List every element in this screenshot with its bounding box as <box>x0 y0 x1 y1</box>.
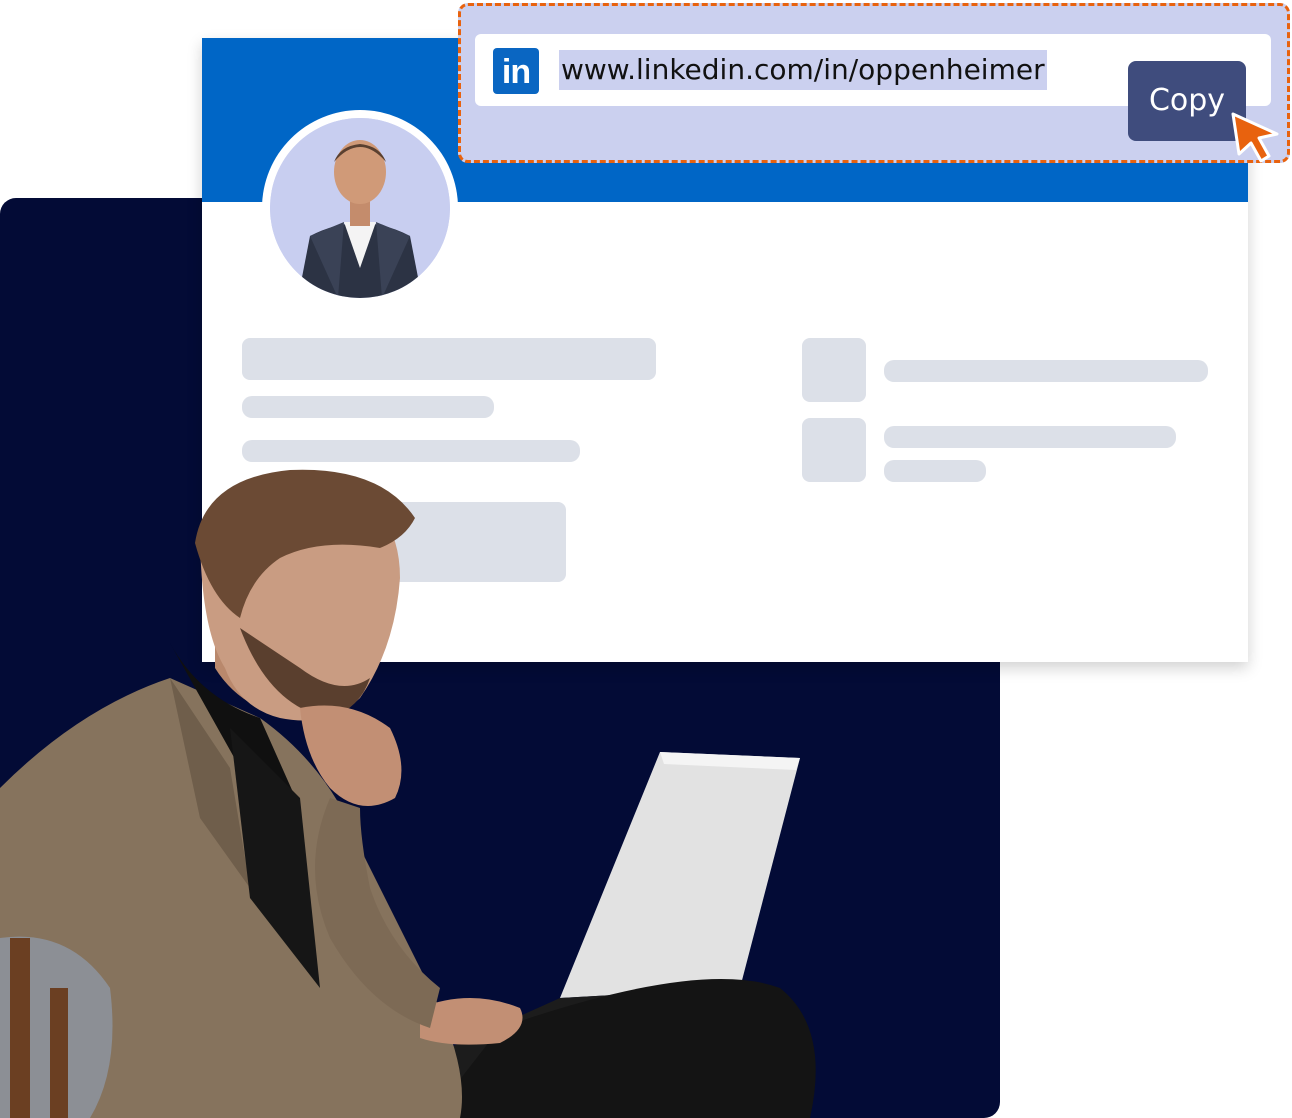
linkedin-logo-icon: in <box>493 48 539 94</box>
profile-url-copy-box: in www.linkedin.com/in/oppenheimer Copy <box>458 3 1290 163</box>
headline-placeholder <box>242 396 494 418</box>
name-placeholder <box>242 338 656 380</box>
school-detail-placeholder <box>884 460 986 482</box>
company-logo-placeholder <box>802 338 866 402</box>
man-with-laptop-photo <box>0 469 816 1118</box>
school-name-placeholder <box>884 426 1176 448</box>
profile-url-text[interactable]: www.linkedin.com/in/oppenheimer <box>559 50 1047 90</box>
profile-avatar <box>270 118 450 298</box>
location-placeholder <box>242 440 580 462</box>
profile-avatar-ring <box>262 110 458 306</box>
mouse-pointer-icon <box>1231 112 1279 163</box>
company-name-placeholder <box>884 360 1208 382</box>
